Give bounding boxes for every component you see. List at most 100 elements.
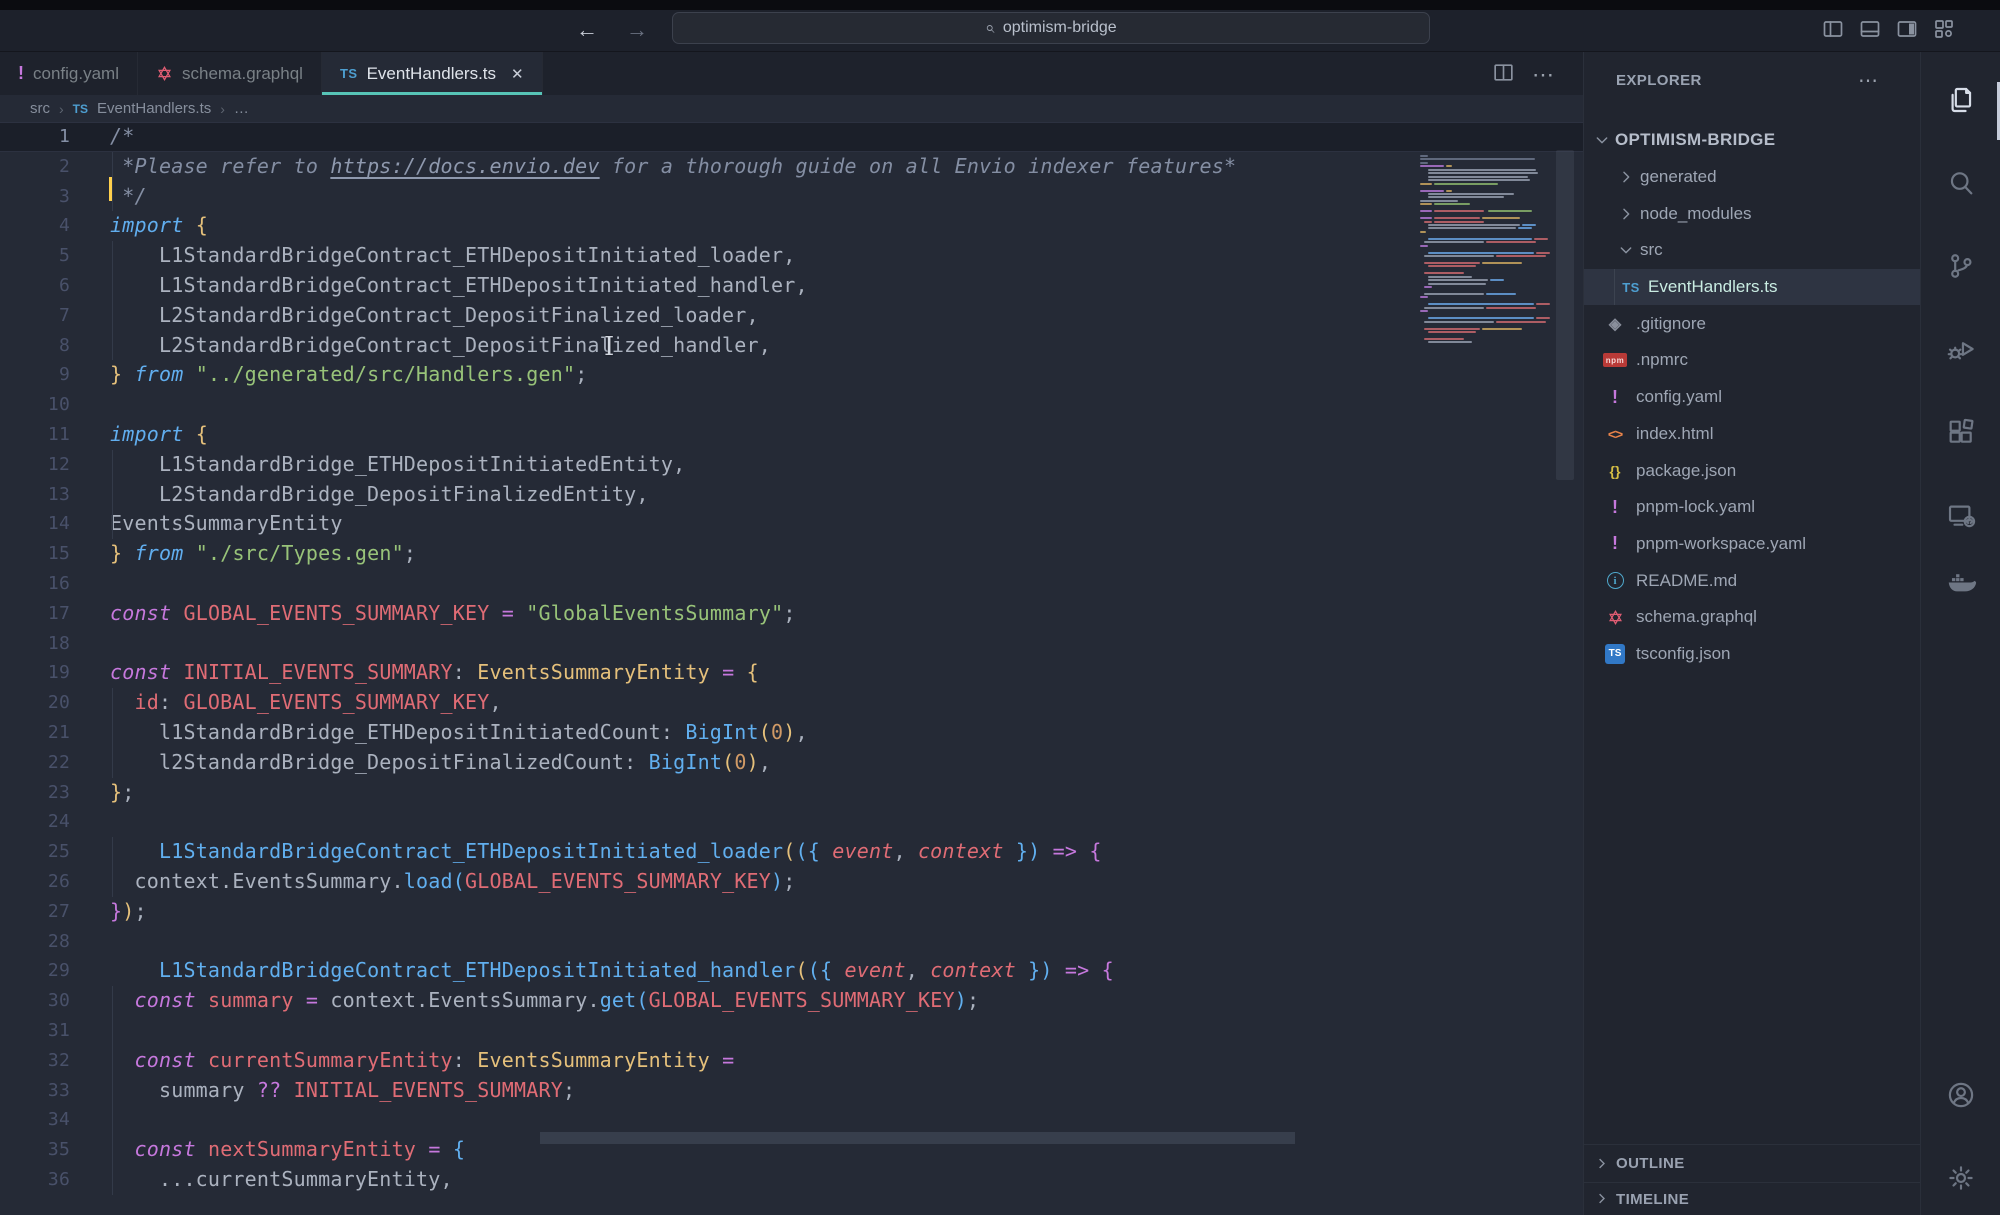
panel-left-icon[interactable]	[1821, 17, 1845, 41]
horizontal-scrollbar[interactable]	[540, 1132, 1295, 1144]
indent-guide	[112, 152, 113, 212]
chevron-right-icon	[1594, 1191, 1610, 1207]
chevron-right-icon	[1618, 169, 1634, 185]
minimap-line	[1428, 179, 1530, 181]
tree-label: README.md	[1636, 571, 1737, 591]
search-icon[interactable]	[1945, 168, 1976, 199]
line-content: L1StandardBridgeContract_ETHDepositIniti…	[86, 271, 1583, 301]
minimap-line	[1420, 155, 1428, 157]
minimap-line	[1424, 321, 1494, 323]
tree-item-.gitignore[interactable]: ◈.gitignore	[1584, 305, 1920, 342]
minimap-line	[1428, 341, 1472, 343]
minimap-line	[1428, 224, 1520, 226]
command-center-search[interactable]: ⌕ optimism-bridge	[672, 12, 1430, 44]
line-number: 9	[0, 360, 86, 390]
vertical-scrollbar[interactable]	[1556, 150, 1574, 480]
line-number: 24	[0, 807, 86, 837]
line-number: 14	[0, 509, 86, 539]
minimap-line	[1434, 183, 1498, 185]
split-editor-icon[interactable]	[1491, 60, 1516, 90]
line-number: 6	[0, 271, 86, 301]
search-value: optimism-bridge	[1003, 19, 1117, 37]
html-icon: <>	[1608, 426, 1622, 442]
code-line-15: 15} from "./src/Types.gen";	[0, 539, 1583, 569]
breadcrumb-file[interactable]: EventHandlers.ts	[97, 100, 211, 117]
run-debug-icon[interactable]	[1945, 334, 1976, 365]
files-icon[interactable]	[1945, 85, 1976, 116]
line-number: 22	[0, 748, 86, 778]
extensions-icon[interactable]	[1945, 417, 1976, 448]
code-line-25: 25 L1StandardBridgeContract_ETHDepositIn…	[0, 837, 1583, 867]
account-icon[interactable]	[1945, 1080, 1976, 1111]
explorer-more-icon[interactable]: ⋯	[1858, 68, 1880, 93]
tree-item-node_modules[interactable]: node_modules	[1584, 195, 1920, 232]
line-content: L2StandardBridgeContract_DepositFinalize…	[86, 331, 1583, 361]
minimap-line	[1482, 217, 1520, 219]
close-tab-icon[interactable]: ✕	[511, 65, 524, 83]
timeline-section[interactable]: TIMELINE	[1584, 1182, 1921, 1215]
settings-icon[interactable]	[1945, 1163, 1976, 1194]
title-bar: ← → ⌕ optimism-bridge	[0, 10, 2000, 52]
tree-item-README.md[interactable]: iREADME.md	[1584, 562, 1920, 599]
code-line-31: 31	[0, 1016, 1583, 1046]
line-content: } from "./src/Types.gen";	[86, 539, 1583, 569]
tree-item-pnpm-workspace.yaml[interactable]: !pnpm-workspace.yaml	[1584, 526, 1920, 563]
panel-bottom-icon[interactable]	[1858, 17, 1882, 41]
tab-EventHandlers.ts[interactable]: TSEventHandlers.ts✕	[322, 52, 543, 95]
remote-icon[interactable]	[1945, 500, 1976, 531]
minimap-line	[1424, 307, 1484, 309]
tree-label: schema.graphql	[1636, 607, 1757, 627]
line-content: */	[86, 182, 1583, 212]
line-number: 11	[0, 420, 86, 450]
code-line-12: 12 L1StandardBridge_ETHDepositInitiatedE…	[0, 450, 1583, 480]
code-line-13: 13 L2StandardBridge_DepositFinalizedEnti…	[0, 480, 1583, 510]
minimap[interactable]	[1420, 155, 1553, 415]
tree-item-.npmrc[interactable]: npm.npmrc	[1584, 342, 1920, 379]
minimap-line	[1420, 210, 1432, 212]
line-number: 29	[0, 956, 86, 986]
chevron-down-icon	[1594, 132, 1610, 148]
tree-item-schema.graphql[interactable]: schema.graphql	[1584, 599, 1920, 636]
tree-indent-guide	[1614, 269, 1615, 306]
line-number: 28	[0, 927, 86, 957]
tree-item-package.json[interactable]: {}package.json	[1584, 452, 1920, 489]
layout-customize-icon[interactable]	[1932, 17, 1956, 41]
more-actions-icon[interactable]: ⋯	[1532, 62, 1555, 88]
indent-guide	[112, 241, 113, 360]
tree-item-pnpm-lock.yaml[interactable]: !pnpm-lock.yaml	[1584, 489, 1920, 526]
panel-right-active-icon[interactable]	[1895, 17, 1919, 41]
minimap-line	[1428, 196, 1504, 198]
outline-section[interactable]: OUTLINE	[1584, 1144, 1921, 1182]
indent-guide	[112, 450, 113, 539]
tree-item-index.html[interactable]: <> index.html	[1584, 416, 1920, 453]
breadcrumb-symbol[interactable]: …	[234, 100, 249, 117]
tab-schema.graphql[interactable]: schema.graphql	[138, 52, 322, 95]
git-icon: ◈	[1609, 314, 1621, 334]
tab-config.yaml[interactable]: !config.yaml	[0, 52, 138, 95]
minimap-line	[1428, 252, 1534, 254]
nav-back-icon[interactable]: ←	[572, 13, 602, 47]
tree-item-config.yaml[interactable]: !config.yaml	[1584, 379, 1920, 416]
line-number: 17	[0, 599, 86, 629]
tree-item-generated[interactable]: generated	[1584, 159, 1920, 196]
layout-controls	[1821, 17, 1956, 41]
tree-item-EventHandlers.ts[interactable]: TS EventHandlers.ts	[1584, 269, 1920, 306]
tree-item-OPTIMISM-BRIDGE[interactable]: OPTIMISM-BRIDGE	[1584, 122, 1920, 159]
minimap-line	[1428, 172, 1538, 174]
breadcrumb-folder[interactable]: src	[30, 100, 50, 117]
typescript-icon: TS	[1622, 280, 1640, 295]
line-number: 7	[0, 301, 86, 331]
minimap-line	[1420, 183, 1432, 185]
docker-icon[interactable]	[1945, 568, 1976, 599]
tree-item-tsconfig.json[interactable]: TStsconfig.json	[1584, 636, 1920, 673]
code-line-32: 32 const currentSummaryEntity: EventsSum…	[0, 1046, 1583, 1076]
code-editor[interactable]: 1/*2 *Please refer to https://docs.envio…	[0, 122, 1583, 1215]
tree-label: tsconfig.json	[1636, 644, 1731, 664]
tree-label: index.html	[1636, 424, 1713, 444]
line-content: L1StandardBridge_ETHDepositInitiatedEnti…	[86, 450, 1583, 480]
nav-forward-icon[interactable]: →	[622, 13, 652, 47]
line-content: l2StandardBridge_DepositFinalizedCount: …	[86, 748, 1583, 778]
tree-label: EventHandlers.ts	[1648, 277, 1777, 297]
source-control-icon[interactable]	[1945, 251, 1976, 282]
tree-item-src[interactable]: src	[1584, 232, 1920, 269]
